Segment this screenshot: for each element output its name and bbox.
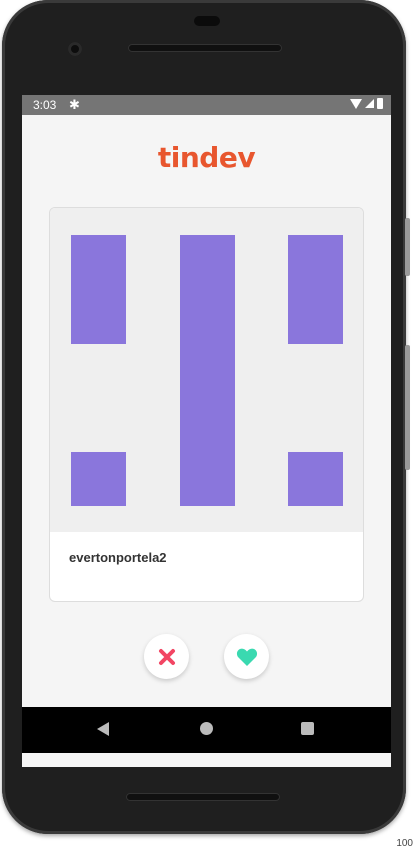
power-button [405, 218, 410, 276]
dislike-button[interactable] [144, 634, 189, 679]
device-frame: 3:03 ✱ tindev evertonportela2 [2, 0, 410, 834]
profile-username: evertonportela2 [69, 550, 167, 565]
nav-bar [22, 707, 391, 753]
avatar-block [288, 235, 343, 344]
profile-avatar [50, 208, 363, 532]
battery-icon [377, 98, 383, 109]
avatar-block [71, 452, 126, 506]
recent-apps-icon[interactable] [301, 722, 314, 735]
app-logo: tindev [157, 141, 256, 174]
volume-button [405, 345, 410, 470]
close-icon [158, 648, 175, 665]
profile-card[interactable]: evertonportela2 [49, 207, 364, 602]
status-bar: 3:03 ✱ [22, 95, 391, 115]
corner-text: 100 [396, 838, 413, 849]
avatar-block [288, 452, 343, 506]
avatar-block [180, 235, 235, 506]
earpiece [194, 16, 220, 26]
avatar-block [71, 235, 126, 344]
front-camera [68, 42, 82, 56]
back-icon[interactable] [97, 722, 109, 736]
bottom-speaker-grille [126, 793, 280, 801]
heart-icon [236, 648, 257, 666]
top-speaker-grille [128, 44, 282, 52]
like-button[interactable] [224, 634, 269, 679]
signal-icon [365, 99, 374, 108]
app-screen: 3:03 ✱ tindev evertonportela2 [22, 95, 391, 767]
wifi-icon [350, 98, 362, 109]
gear-icon: ✱ [69, 97, 80, 112]
status-icons [350, 98, 383, 109]
home-icon[interactable] [200, 722, 213, 735]
status-time: 3:03 [33, 98, 57, 112]
